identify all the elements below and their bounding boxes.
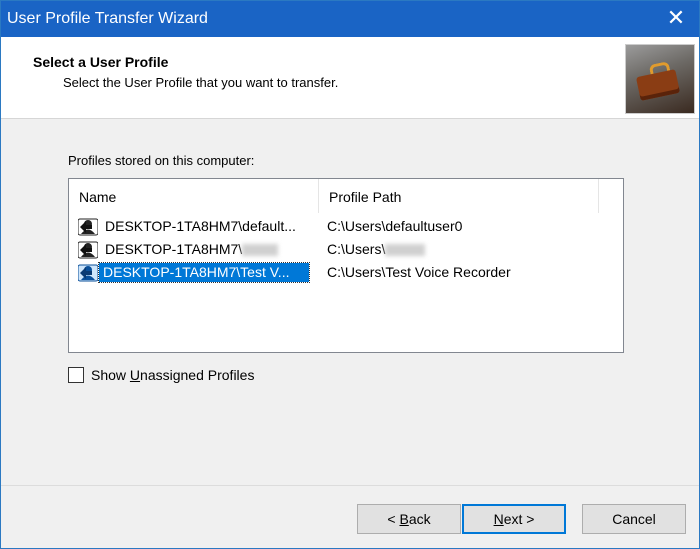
button-text: ack bbox=[408, 511, 431, 527]
title-bar[interactable]: User Profile Transfer Wizard ✕ bbox=[1, 1, 699, 37]
list-header: Name Profile Path bbox=[69, 179, 623, 213]
wizard-header: Select a User Profile Select the User Pr… bbox=[1, 37, 699, 119]
list-item[interactable]: DESKTOP-1TA8HM7\Test V... C:\Users\Test … bbox=[75, 261, 615, 283]
redacted-text bbox=[385, 244, 426, 257]
label-part: Show bbox=[91, 367, 130, 383]
column-header-path[interactable]: Profile Path bbox=[319, 179, 599, 213]
user-profile-icon bbox=[78, 218, 98, 236]
window-title: User Profile Transfer Wizard bbox=[7, 10, 208, 27]
profile-path-text: C:\Users\ bbox=[327, 241, 386, 257]
redacted-text bbox=[242, 244, 279, 257]
page-subtitle: Select the User Profile that you want to… bbox=[63, 75, 339, 90]
next-button[interactable]: Next > bbox=[462, 504, 566, 534]
briefcase-icon bbox=[625, 44, 695, 114]
button-accelerator: B bbox=[399, 511, 409, 527]
label-accelerator: U bbox=[129, 367, 141, 383]
column-header-name[interactable]: Name bbox=[69, 179, 319, 213]
profile-path: C:\Users\Test Voice Recorder bbox=[327, 264, 511, 280]
button-text: ext > bbox=[503, 511, 535, 527]
profiles-list[interactable]: Name Profile Path DESKTOP-1TA8HM7\defaul… bbox=[68, 178, 624, 353]
user-profile-icon bbox=[78, 241, 98, 259]
list-item[interactable]: DESKTOP-1TA8HM7\ C:\Users\ bbox=[75, 238, 615, 260]
profile-name: DESKTOP-1TA8HM7\default... bbox=[105, 218, 296, 234]
profile-path: C:\Users\ bbox=[327, 240, 426, 259]
close-icon: ✕ bbox=[666, 5, 686, 30]
user-profile-icon bbox=[78, 264, 98, 282]
label-part: nassigned Profiles bbox=[140, 367, 255, 383]
profiles-label: Profiles stored on this computer: bbox=[68, 153, 255, 168]
profile-path: C:\Users\defaultuser0 bbox=[327, 218, 463, 234]
profile-name-text: DESKTOP-1TA8HM7\ bbox=[105, 241, 243, 257]
show-unassigned-label: Show Unassigned Profiles bbox=[91, 367, 254, 383]
cancel-button[interactable]: Cancel bbox=[582, 504, 686, 534]
wizard-window: User Profile Transfer Wizard ✕ Select a … bbox=[0, 0, 700, 549]
page-title: Select a User Profile bbox=[33, 54, 169, 70]
wizard-content: Profiles stored on this computer: Name P… bbox=[1, 119, 699, 485]
back-button[interactable]: < Back bbox=[357, 504, 461, 534]
show-unassigned-checkbox[interactable] bbox=[68, 367, 84, 383]
profile-name: DESKTOP-1TA8HM7\ bbox=[103, 240, 280, 259]
wizard-footer: < Back Next > Cancel bbox=[1, 485, 699, 548]
profile-name: DESKTOP-1TA8HM7\Test V... bbox=[98, 262, 310, 283]
close-button[interactable]: ✕ bbox=[653, 1, 699, 37]
button-text: < bbox=[387, 511, 400, 527]
list-item[interactable]: DESKTOP-1TA8HM7\default... C:\Users\defa… bbox=[75, 215, 615, 237]
button-accelerator: N bbox=[493, 511, 504, 527]
